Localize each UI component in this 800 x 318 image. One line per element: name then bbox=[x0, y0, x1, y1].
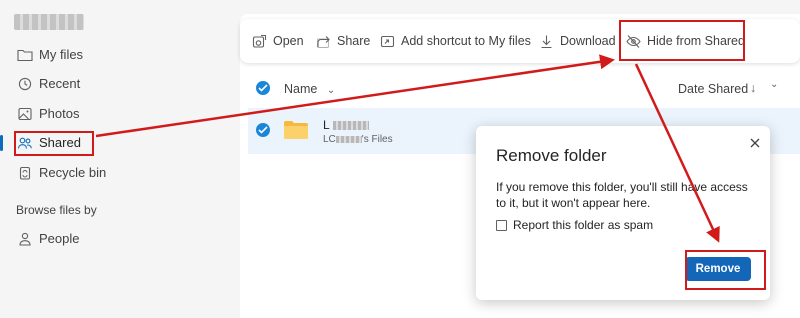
highlight-box-remove bbox=[685, 250, 766, 290]
add-shortcut-label: Add shortcut to My files bbox=[401, 34, 531, 48]
name-column-label: Name bbox=[284, 82, 318, 96]
row-checkbox[interactable] bbox=[256, 123, 270, 137]
checkbox-box[interactable] bbox=[496, 219, 507, 231]
sidebar-item-photos[interactable]: Photos bbox=[0, 103, 236, 125]
open-icon bbox=[252, 34, 267, 48]
folder-owner: LC's Files bbox=[323, 134, 393, 145]
download-button[interactable]: Download bbox=[539, 32, 616, 50]
dialog-message: If you remove this folder, you'll still … bbox=[496, 180, 748, 210]
image-icon bbox=[18, 107, 32, 121]
sidebar-item-recycle-bin[interactable]: Recycle bin bbox=[0, 162, 236, 184]
name-column-header[interactable]: Name ⌄ bbox=[284, 82, 335, 96]
browse-heading: Browse files by bbox=[16, 203, 97, 217]
sidebar-item-label: Photos bbox=[39, 106, 80, 121]
clock-icon bbox=[18, 77, 32, 91]
checkmark-icon bbox=[258, 84, 268, 92]
active-indicator bbox=[0, 135, 3, 151]
share-icon bbox=[317, 35, 330, 48]
folder-icon bbox=[284, 121, 308, 139]
select-all-checkbox[interactable] bbox=[256, 81, 270, 95]
checkmark-icon bbox=[258, 126, 268, 134]
chevron-down-icon: ⌄ bbox=[770, 79, 779, 90]
report-spam-label: Report this folder as spam bbox=[513, 218, 654, 232]
sort-arrow-icon: ↓ bbox=[750, 81, 757, 95]
folder-icon bbox=[17, 49, 33, 62]
folder-name[interactable]: L bbox=[323, 118, 369, 132]
open-button[interactable]: Open bbox=[252, 32, 304, 50]
share-button[interactable]: Share bbox=[316, 32, 370, 50]
sidebar-item-label: Recycle bin bbox=[39, 165, 107, 180]
report-spam-checkbox[interactable]: Report this folder as spam bbox=[496, 218, 653, 232]
add-shortcut-button[interactable]: Add shortcut to My files bbox=[380, 32, 531, 50]
open-label: Open bbox=[273, 34, 304, 48]
sidebar-item-my-files[interactable]: My files bbox=[0, 44, 236, 66]
sidebar-item-recent[interactable]: Recent bbox=[0, 73, 236, 95]
highlight-box-hide-from-shared bbox=[619, 20, 745, 61]
user-name bbox=[14, 14, 84, 30]
sidebar-item-label: People bbox=[39, 231, 80, 246]
date-column-header[interactable]: Date Shared ↓ ⌄ bbox=[678, 76, 800, 102]
sidebar-item-label: Recent bbox=[39, 76, 81, 91]
date-column-label: Date Shared bbox=[678, 82, 749, 96]
sidebar: My files Recent Photos Shared Recycle bi… bbox=[0, 0, 238, 318]
download-label: Download bbox=[560, 34, 616, 48]
trash-icon bbox=[19, 166, 31, 180]
dialog-title: Remove folder bbox=[496, 146, 607, 165]
person-icon bbox=[19, 232, 31, 246]
redacted-text bbox=[332, 121, 369, 131]
sidebar-item-people[interactable]: People bbox=[0, 228, 236, 250]
share-label: Share bbox=[337, 34, 371, 48]
add-shortcut-icon bbox=[380, 35, 395, 47]
sidebar-item-label: My files bbox=[39, 47, 84, 62]
highlight-box-shared bbox=[14, 131, 94, 156]
close-icon[interactable] bbox=[748, 136, 762, 150]
download-icon bbox=[541, 35, 552, 48]
chevron-down-icon: ⌄ bbox=[326, 85, 336, 96]
redacted-text bbox=[335, 135, 362, 143]
